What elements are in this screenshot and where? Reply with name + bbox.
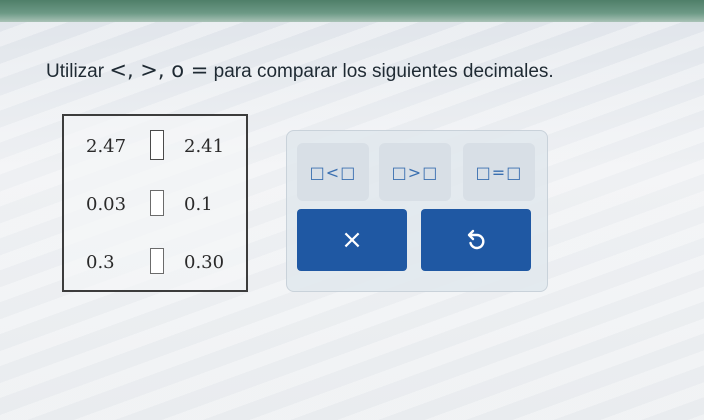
- left-decimal: 0.3: [86, 252, 115, 273]
- clear-button[interactable]: ×: [297, 209, 407, 271]
- instruction-suffix: para comparar los siguientes decimales.: [208, 61, 554, 82]
- instruction-symbols: <, >, o =: [109, 58, 209, 82]
- comparison-row: 0.03 0.1: [64, 190, 250, 220]
- instruction-prefix: Utilizar: [46, 61, 110, 82]
- instruction-text: Utilizar <, >, o = para comparar los sig…: [46, 58, 554, 83]
- equal-button[interactable]: □=□: [463, 143, 535, 201]
- less-than-button[interactable]: □<□: [297, 143, 369, 201]
- undo-icon: [465, 227, 487, 253]
- left-decimal: 2.47: [86, 136, 127, 157]
- answer-blank[interactable]: [150, 248, 164, 274]
- comparison-box: 2.47 2.41 0.03 0.1 0.3 0.30: [62, 114, 248, 292]
- answer-blank[interactable]: [150, 190, 164, 216]
- comparison-row: 0.3 0.30: [64, 248, 250, 278]
- undo-button[interactable]: [421, 209, 531, 271]
- answer-blank[interactable]: [150, 130, 164, 160]
- right-decimal: 0.1: [184, 194, 213, 215]
- top-banner: [0, 0, 704, 22]
- symbol-toolbar: □<□ □>□ □=□ ×: [286, 130, 548, 292]
- comparison-row: 2.47 2.41: [64, 130, 250, 162]
- clear-icon: ×: [341, 225, 363, 255]
- right-decimal: 0.30: [184, 252, 225, 273]
- left-decimal: 0.03: [86, 194, 127, 215]
- right-decimal: 2.41: [184, 136, 225, 157]
- greater-than-button[interactable]: □>□: [379, 143, 451, 201]
